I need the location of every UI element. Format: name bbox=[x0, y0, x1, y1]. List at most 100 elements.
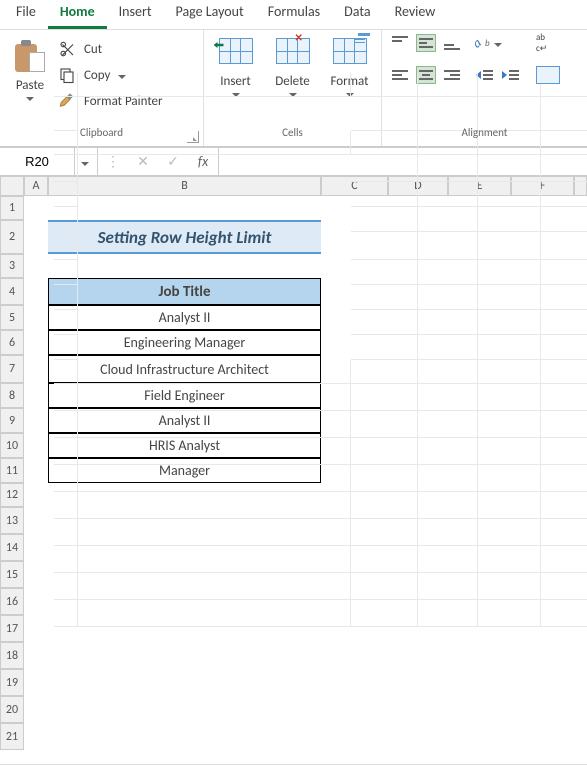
cell[interactable] bbox=[78, 492, 351, 519]
cell[interactable] bbox=[418, 207, 478, 232]
cell[interactable] bbox=[78, 519, 351, 546]
cell[interactable] bbox=[541, 438, 587, 465]
cell[interactable] bbox=[478, 546, 541, 573]
cell[interactable] bbox=[418, 360, 478, 384]
cancel-formula-button[interactable]: ✕ bbox=[128, 153, 158, 170]
row-header[interactable]: 6 bbox=[0, 330, 24, 355]
cell[interactable] bbox=[351, 465, 418, 492]
cell[interactable] bbox=[351, 360, 418, 384]
cell[interactable] bbox=[418, 438, 478, 465]
cell[interactable] bbox=[541, 465, 587, 492]
row-header[interactable]: 1 bbox=[0, 196, 24, 220]
cell[interactable] bbox=[418, 465, 478, 492]
cell[interactable] bbox=[541, 360, 587, 384]
cell[interactable] bbox=[418, 232, 478, 260]
cell[interactable] bbox=[351, 73, 418, 97]
cell[interactable] bbox=[351, 232, 418, 260]
cell[interactable] bbox=[478, 519, 541, 546]
cell[interactable] bbox=[351, 492, 418, 519]
cell[interactable] bbox=[351, 207, 418, 232]
cell[interactable] bbox=[78, 360, 351, 384]
cell[interactable] bbox=[54, 600, 78, 627]
cell[interactable] bbox=[478, 155, 541, 182]
cell[interactable] bbox=[478, 73, 541, 97]
row-header[interactable]: 10 bbox=[0, 433, 24, 458]
col-header[interactable]: A bbox=[24, 176, 48, 196]
cell[interactable] bbox=[54, 335, 78, 360]
cell[interactable] bbox=[418, 310, 478, 335]
cell[interactable] bbox=[418, 260, 478, 285]
cell[interactable] bbox=[54, 411, 78, 438]
row-header[interactable]: 12 bbox=[0, 483, 24, 507]
row-header[interactable]: 20 bbox=[0, 696, 24, 723]
cell[interactable] bbox=[418, 155, 478, 182]
cell[interactable] bbox=[54, 232, 78, 260]
enter-formula-button[interactable]: ✓ bbox=[158, 153, 188, 170]
tab-formulas[interactable]: Formulas bbox=[256, 0, 332, 29]
row-header[interactable]: 18 bbox=[0, 642, 24, 669]
cell[interactable] bbox=[541, 155, 587, 182]
cell[interactable] bbox=[351, 335, 418, 360]
row-header[interactable]: 17 bbox=[0, 615, 24, 642]
cell[interactable] bbox=[541, 492, 587, 519]
row-header[interactable]: 7 bbox=[0, 355, 24, 383]
cell[interactable] bbox=[351, 182, 418, 207]
cell[interactable] bbox=[54, 73, 78, 97]
cell[interactable] bbox=[351, 285, 418, 310]
cell[interactable] bbox=[54, 260, 78, 285]
cell[interactable] bbox=[478, 573, 541, 600]
cell[interactable] bbox=[541, 335, 587, 360]
paste-button[interactable]: Paste bbox=[8, 36, 52, 101]
cell[interactable] bbox=[418, 546, 478, 573]
tab-insert[interactable]: Insert bbox=[107, 0, 164, 29]
cell[interactable] bbox=[351, 155, 418, 182]
row-header[interactable]: 11 bbox=[0, 458, 24, 483]
align-bottom-button[interactable] bbox=[442, 34, 462, 52]
cell[interactable] bbox=[418, 182, 478, 207]
cell[interactable] bbox=[351, 310, 418, 335]
cell[interactable] bbox=[418, 384, 478, 411]
cell[interactable] bbox=[541, 573, 587, 600]
cell[interactable] bbox=[351, 411, 418, 438]
cell[interactable] bbox=[478, 310, 541, 335]
cell[interactable] bbox=[418, 492, 478, 519]
table-cell[interactable]: Analyst II bbox=[48, 305, 321, 330]
wrap-text-button[interactable]: abc↵ bbox=[536, 34, 566, 52]
cell[interactable] bbox=[541, 411, 587, 438]
cell[interactable] bbox=[351, 519, 418, 546]
cell[interactable] bbox=[78, 573, 351, 600]
cell[interactable] bbox=[54, 492, 78, 519]
cell[interactable] bbox=[54, 519, 78, 546]
cell[interactable] bbox=[478, 207, 541, 232]
tab-review[interactable]: Review bbox=[383, 0, 448, 29]
align-top-button[interactable] bbox=[390, 34, 410, 52]
cell[interactable] bbox=[418, 600, 478, 627]
row-header[interactable]: 13 bbox=[0, 507, 24, 534]
cell[interactable] bbox=[54, 438, 78, 465]
cell[interactable] bbox=[54, 573, 78, 600]
row-header[interactable]: 3 bbox=[0, 254, 24, 278]
cell[interactable] bbox=[78, 465, 351, 492]
cell[interactable] bbox=[418, 335, 478, 360]
cell[interactable] bbox=[78, 438, 351, 465]
cell[interactable] bbox=[54, 360, 78, 384]
tab-page-layout[interactable]: Page Layout bbox=[164, 0, 256, 29]
cell[interactable] bbox=[78, 600, 351, 627]
cell[interactable] bbox=[54, 310, 78, 335]
cell[interactable] bbox=[478, 182, 541, 207]
row-header[interactable]: 14 bbox=[0, 534, 24, 561]
cell[interactable] bbox=[478, 411, 541, 438]
cell[interactable] bbox=[351, 438, 418, 465]
cell[interactable] bbox=[541, 232, 587, 260]
cell[interactable] bbox=[418, 73, 478, 97]
cell[interactable] bbox=[54, 285, 78, 310]
cell[interactable] bbox=[78, 384, 351, 411]
handle-icon[interactable]: ⋮ bbox=[98, 153, 128, 170]
cell[interactable] bbox=[541, 182, 587, 207]
cell[interactable] bbox=[478, 384, 541, 411]
cell[interactable] bbox=[78, 411, 351, 438]
cell[interactable] bbox=[418, 411, 478, 438]
cell[interactable] bbox=[541, 600, 587, 627]
cell[interactable] bbox=[478, 260, 541, 285]
cell[interactable] bbox=[351, 384, 418, 411]
